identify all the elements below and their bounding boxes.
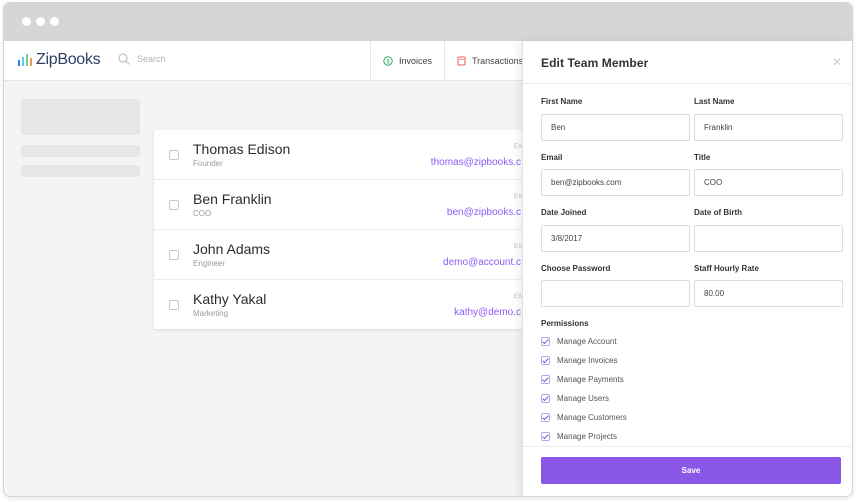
member-email[interactable]: thomas@zipbooks.c	[431, 157, 521, 168]
search-input[interactable]: Search	[137, 54, 166, 64]
window-titlebar	[4, 3, 852, 41]
search-box[interactable]: Search	[118, 53, 166, 65]
title-label: Title	[694, 153, 711, 162]
row-checkbox[interactable]	[169, 200, 179, 210]
team-members-list: Thomas Edison Founder EM thomas@zipbooks…	[154, 130, 534, 329]
member-role: COO	[193, 209, 212, 218]
member-email[interactable]: ben@zipbooks.c	[447, 207, 521, 218]
member-name: John Adams	[193, 241, 271, 257]
divider	[523, 446, 852, 447]
skeleton-placeholder	[21, 99, 140, 135]
password-label: Choose Password	[541, 264, 611, 273]
nav-label-transactions: Transactions	[472, 56, 524, 66]
list-item[interactable]: Ben Franklin COO EM ben@zipbooks.c	[154, 180, 534, 230]
first-name-label: First Name	[541, 97, 583, 106]
row-checkbox[interactable]	[169, 250, 179, 260]
member-email[interactable]: demo@account.c	[443, 257, 521, 268]
checkbox-checked[interactable]	[541, 375, 550, 384]
member-name: Thomas Edison	[193, 141, 291, 157]
list-item[interactable]: Thomas Edison Founder EM thomas@zipbooks…	[154, 130, 534, 180]
permission-manage-customers[interactable]: Manage Customers	[541, 413, 627, 422]
checkbox-checked[interactable]	[541, 337, 550, 346]
list-item[interactable]: Kathy Yakal Marketing EM kathy@demo.c	[154, 280, 534, 329]
nav-label-invoices: Invoices	[399, 56, 433, 66]
permission-manage-projects[interactable]: Manage Projects	[541, 432, 617, 441]
permission-label: Manage Invoices	[557, 356, 618, 365]
member-role: Marketing	[193, 309, 229, 318]
member-role: Engineer	[193, 259, 226, 268]
checkbox-checked[interactable]	[541, 413, 550, 422]
title-field[interactable]: COO	[694, 169, 843, 196]
row-checkbox[interactable]	[169, 150, 179, 160]
close-icon[interactable]: ✕	[832, 55, 842, 69]
last-name-field[interactable]: Franklin	[694, 114, 843, 141]
checkbox-checked[interactable]	[541, 432, 550, 441]
permission-label: Manage Payments	[557, 375, 624, 384]
member-name: Ben Franklin	[193, 191, 272, 207]
edit-team-member-panel: Edit Team Member ✕ First Name Last Name …	[522, 41, 852, 496]
date-joined-field[interactable]: 3/8/2017	[541, 225, 690, 252]
date-of-birth-field[interactable]	[694, 225, 843, 252]
permission-label: Manage Customers	[557, 413, 627, 422]
password-field[interactable]	[541, 280, 690, 307]
email-field[interactable]: ben@zipbooks.com	[541, 169, 690, 196]
permission-label: Manage Users	[557, 394, 610, 403]
date-joined-label: Date Joined	[541, 208, 587, 217]
checkbox-checked[interactable]	[541, 394, 550, 403]
nav-item-invoices[interactable]: $ Invoices	[370, 41, 444, 81]
member-name: Kathy Yakal	[193, 291, 267, 307]
skeleton-placeholder	[21, 165, 140, 177]
window-maximize-dot[interactable]	[50, 17, 59, 26]
dollar-circle-icon: $	[383, 56, 393, 66]
save-button[interactable]: Save	[541, 457, 841, 484]
first-name-field[interactable]: Ben	[541, 114, 690, 141]
search-icon	[118, 53, 130, 65]
list-item[interactable]: John Adams Engineer EM demo@account.c	[154, 230, 534, 280]
hourly-rate-field[interactable]: 80.00	[694, 280, 843, 307]
brand-name: ZipBooks	[36, 51, 101, 68]
permission-label: Manage Projects	[557, 432, 618, 441]
divider	[523, 83, 852, 84]
logo-bars-icon	[18, 54, 32, 66]
email-label: Email	[541, 153, 563, 162]
date-of-birth-label: Date of Birth	[694, 208, 742, 217]
permission-manage-account[interactable]: Manage Account	[541, 337, 617, 346]
permissions-label: Permissions	[541, 319, 589, 328]
checkbox-checked[interactable]	[541, 356, 550, 365]
hourly-rate-label: Staff Hourly Rate	[694, 264, 759, 273]
panel-title: Edit Team Member	[541, 56, 649, 70]
window-close-dot[interactable]	[22, 17, 31, 26]
window-minimize-dot[interactable]	[36, 17, 45, 26]
last-name-label: Last Name	[694, 97, 735, 106]
permission-manage-users[interactable]: Manage Users	[541, 394, 609, 403]
permission-label: Manage Account	[557, 337, 617, 346]
permission-manage-payments[interactable]: Manage Payments	[541, 375, 624, 384]
zipbooks-logo[interactable]: ZipBooks	[18, 51, 101, 69]
permission-manage-invoices[interactable]: Manage Invoices	[541, 356, 617, 365]
receipt-icon	[457, 56, 466, 66]
nav-item-transactions[interactable]: Transactions	[444, 41, 524, 81]
member-email[interactable]: kathy@demo.c	[454, 307, 521, 318]
member-role: Founder	[193, 159, 223, 168]
row-checkbox[interactable]	[169, 300, 179, 310]
browser-window: ZipBooks Search $ Invoices Transactions	[4, 3, 852, 496]
skeleton-placeholder	[21, 145, 140, 157]
